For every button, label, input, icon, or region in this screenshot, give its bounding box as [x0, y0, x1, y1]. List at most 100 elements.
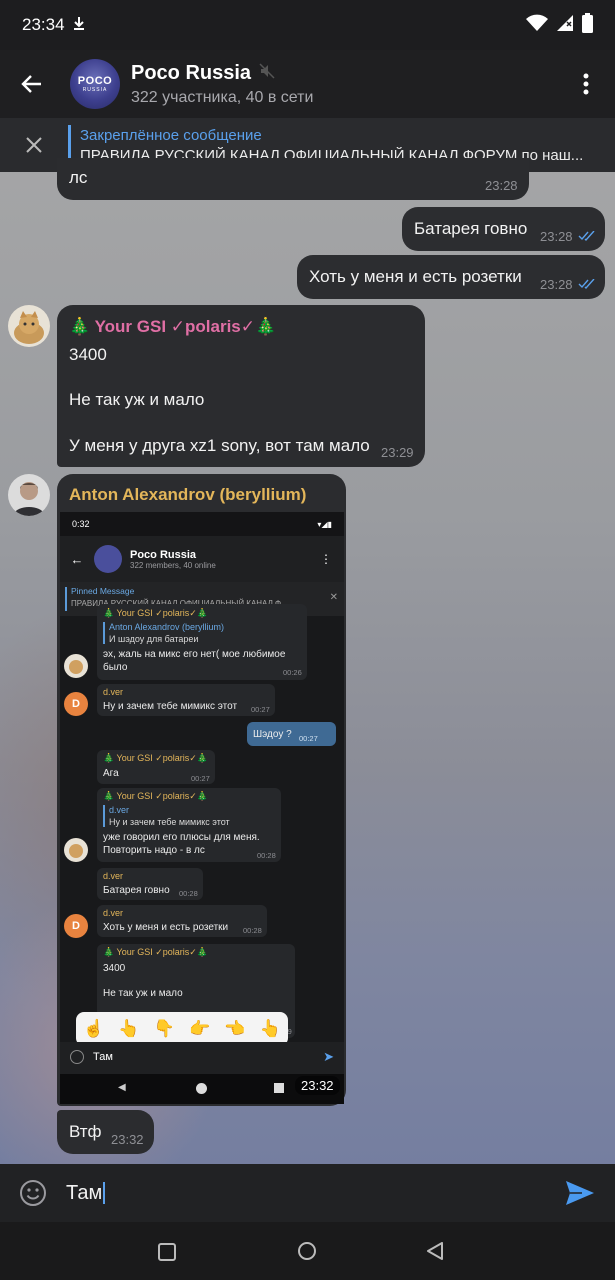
- signal-icon: [556, 14, 574, 37]
- home-button[interactable]: [297, 1241, 317, 1266]
- s-text: 3400: [103, 963, 126, 974]
- close-pinned-button[interactable]: [0, 136, 68, 154]
- s-sender: 🎄 Your GSI ✓polaris✓🎄: [103, 791, 209, 801]
- s-sender: 🎄 Your GSI ✓polaris✓🎄: [103, 608, 209, 618]
- s-message: 🎄 Your GSI ✓polaris✓🎄 d.ver Ну и зачем т…: [97, 788, 281, 862]
- s-nav-back-icon: ◀: [118, 1082, 126, 1093]
- s-message: d.ver Ну и зачем тебе мимикс этот 00:27: [97, 684, 275, 716]
- channel-avatar[interactable]: POCO RUSSIA: [70, 59, 120, 109]
- arrow-left-icon: [21, 75, 41, 93]
- close-icon: [26, 137, 42, 153]
- back-nav-button[interactable]: [426, 1242, 444, 1265]
- recents-button[interactable]: [158, 1243, 176, 1266]
- message-time: 23:28: [485, 178, 518, 193]
- message-bubble[interactable]: Втф 23:32: [57, 1110, 154, 1154]
- s-time: 00:27: [299, 734, 318, 743]
- download-icon: [73, 16, 85, 34]
- message-bubble[interactable]: 🎄 Your GSI ✓polaris✓🎄 3400 Не так уж и м…: [57, 305, 425, 467]
- s-input-text: Там: [93, 1051, 113, 1063]
- s-close-icon: ✕: [329, 592, 338, 603]
- s-text: Ну и зачем тебе мимикс этот: [103, 701, 238, 712]
- message-time: 23:29: [381, 445, 414, 460]
- more-menu-button[interactable]: [557, 73, 615, 95]
- sender-name: Anton Alexandrov (beryllium): [69, 485, 307, 504]
- s-sender: d.ver: [103, 871, 124, 881]
- s-status-time: 0:32: [72, 519, 90, 529]
- message-text: Хоть у меня и есть розетки: [309, 267, 522, 286]
- circle-icon: [298, 1242, 316, 1260]
- avatar-text-top: POCO: [77, 75, 113, 87]
- s-emoji: 👆: [118, 1019, 140, 1038]
- s-time: 00:28: [243, 926, 262, 935]
- screenshot-image[interactable]: 0:32 ▾◢▮ ← Poco Russia 322 members, 40 o…: [60, 512, 344, 1104]
- message-bubble[interactable]: лс 23:28: [57, 158, 529, 200]
- message-text: лс: [69, 168, 88, 187]
- message-line: Не так уж и мало: [69, 390, 205, 409]
- s-status-bar: 0:32 ▾◢▮: [60, 512, 344, 536]
- s-sender: d.ver: [103, 687, 124, 697]
- message-time: 23:28: [540, 277, 573, 292]
- user-avatar[interactable]: [8, 474, 50, 516]
- s-text: эх, жаль на микс его нет( мое любимое: [103, 649, 286, 660]
- s-sender: d.ver: [103, 908, 124, 918]
- send-button[interactable]: [545, 1180, 615, 1206]
- avatar-text-bottom: RUSSIA: [82, 87, 108, 93]
- s-message-outgoing: Шэдоу ? 00:27: [247, 722, 336, 746]
- s-text: Хоть у меня и есть розетки: [103, 922, 229, 933]
- message-bubble-outgoing[interactable]: Батарея говно 23:28: [402, 207, 605, 251]
- read-check-icon: [578, 231, 595, 241]
- square-icon: [158, 1243, 176, 1261]
- back-button[interactable]: [0, 50, 64, 118]
- s-message: d.ver Хоть у меня и есть розетки 00:28: [97, 905, 267, 937]
- message-time: 23:32: [111, 1132, 144, 1147]
- status-time: 23:34: [22, 15, 65, 34]
- battery-icon: [582, 12, 593, 38]
- more-vertical-icon: [583, 73, 589, 95]
- message-bubble-outgoing[interactable]: Хоть у меня и есть розетки 23:28: [297, 255, 605, 299]
- smile-icon: [20, 1180, 46, 1206]
- s-reply-text: И шэдоу для батареи: [109, 634, 199, 644]
- chat-header: POCO RUSSIA Poco Russia 322 участника, 4…: [0, 50, 615, 118]
- pinned-label: Закреплённое сообщение: [80, 126, 262, 144]
- s-text: было: [103, 662, 128, 673]
- s-sender: 🎄 Your GSI ✓polaris✓🎄: [103, 947, 209, 957]
- s-text: Повторить надо - в лс: [103, 845, 205, 856]
- s-avatar-d: D: [64, 914, 88, 938]
- s-send-icon: ➤: [323, 1049, 334, 1064]
- s-channel-avatar: [94, 545, 122, 573]
- sender-name: 🎄 Your GSI ✓polaris✓🎄: [69, 317, 277, 336]
- status-bar: 23:34: [0, 0, 615, 50]
- s-emoji: 👇: [153, 1019, 175, 1038]
- s-text: уже говорил его плюсы для меня.: [103, 832, 260, 843]
- s-time: 00:27: [251, 705, 270, 714]
- s-avatar-cat: [64, 838, 88, 862]
- message-line: У меня у друга xz1 sony, вот там мало: [69, 436, 370, 455]
- s-time: 00:27: [191, 774, 210, 783]
- s-emoji: ☝️: [83, 1019, 105, 1038]
- s-sender: 🎄 Your GSI ✓polaris✓🎄: [103, 753, 209, 763]
- s-title: Poco Russia: [130, 548, 197, 561]
- s-reply-text: Ну и зачем тебе мимикс этот: [109, 817, 230, 827]
- s-message: d.ver Батарея говно 00:28: [97, 868, 203, 900]
- message-line: 3400: [69, 345, 107, 364]
- chat-info[interactable]: Poco Russia 322 участника, 40 в сети: [131, 62, 313, 107]
- chat-subtitle: 322 участника, 40 в сети: [131, 88, 314, 106]
- s-message: 🎄 Your GSI ✓polaris✓🎄 Ага 00:27: [97, 750, 215, 784]
- photo-time: 23:32: [295, 1076, 340, 1095]
- message-text: Втф: [69, 1122, 102, 1141]
- message-input-bar: Там: [0, 1164, 615, 1222]
- s-emoji: 👈: [224, 1019, 246, 1038]
- s-smile-icon: [70, 1050, 84, 1064]
- s-text: Не так уж и мало: [103, 988, 183, 999]
- s-text: Батарея говно: [103, 885, 170, 896]
- s-text: Ага: [103, 768, 119, 779]
- s-nav-recents-icon: [274, 1083, 284, 1093]
- s-status-icons: ▾◢▮: [317, 519, 332, 529]
- s-avatar-d: D: [64, 692, 88, 716]
- emoji-button[interactable]: [0, 1179, 66, 1207]
- s-header: ← Poco Russia 322 members, 40 online ⋮: [60, 536, 344, 582]
- s-time: 00:26: [283, 668, 302, 677]
- s-reply-name: d.ver: [109, 805, 130, 815]
- message-input[interactable]: Там: [66, 1182, 106, 1205]
- user-avatar[interactable]: [8, 305, 50, 347]
